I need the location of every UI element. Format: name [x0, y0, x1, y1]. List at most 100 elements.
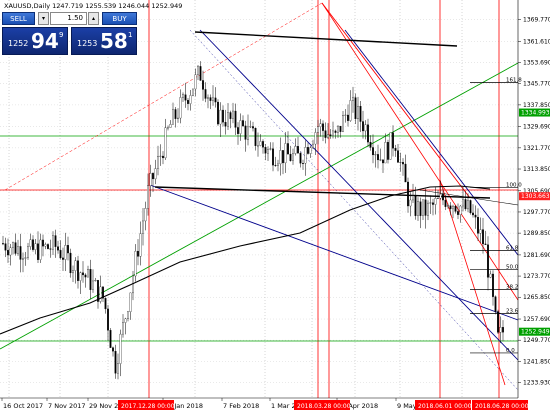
candle-body — [59, 250, 62, 259]
candle-body — [162, 155, 164, 159]
candle-body — [489, 273, 492, 278]
candle-body — [87, 269, 89, 278]
price-tags: 1334.993 1303.663 1252.949 — [519, 108, 550, 336]
candle-body — [289, 153, 292, 161]
candle-body — [414, 195, 417, 216]
sell-price-prefix: 1252 — [8, 39, 29, 48]
price-label: 1321.770 — [523, 145, 550, 152]
candle-body — [497, 311, 499, 333]
candle-body — [144, 208, 147, 222]
candle-body — [107, 308, 109, 331]
candle-body — [172, 109, 174, 125]
candle-body — [67, 245, 69, 254]
candle-body — [239, 120, 242, 134]
lot-stepper-icon[interactable]: ▴ — [88, 12, 99, 25]
candle-body — [279, 150, 282, 165]
candle-body — [419, 201, 422, 216]
sell-price-box[interactable]: 1252 94 9 — [2, 27, 68, 55]
candle-body — [14, 242, 17, 254]
candle-body — [47, 244, 49, 249]
fibo-level-label: 100.0 — [506, 182, 522, 188]
candle-body — [204, 89, 207, 99]
candle-body — [427, 202, 429, 216]
candle-body — [254, 127, 257, 146]
candle-body — [502, 327, 504, 333]
candle-body — [169, 124, 172, 128]
candle-body — [432, 202, 434, 205]
ohlc-values: 1247.719 1255.539 1246.044 1252.949 — [52, 2, 182, 10]
candle-body — [397, 150, 399, 163]
candle-body — [417, 201, 419, 216]
candle-body — [374, 154, 377, 156]
candle-body — [354, 97, 357, 120]
date-label: 7 Feb 2018 — [223, 402, 259, 410]
candle-body — [227, 112, 229, 127]
fibo-level-label: 61.8 — [506, 245, 519, 251]
candle-body — [372, 147, 374, 156]
candle-body — [324, 130, 327, 138]
buy-price-prefix: 1253 — [77, 39, 98, 48]
candle-body — [147, 185, 149, 209]
candle-body — [22, 258, 24, 260]
candle-body — [97, 280, 99, 302]
candle-body — [117, 363, 119, 374]
candle-body — [12, 242, 14, 248]
buy-price-box[interactable]: 1253 58 1 — [71, 27, 137, 55]
candle-body — [262, 141, 264, 148]
candle-body — [329, 134, 332, 136]
sell-price-big: 94 — [31, 29, 59, 53]
price-label: 1273.770 — [523, 273, 550, 280]
candle-body — [337, 125, 339, 133]
date-tag-label: 2017.12.28 00:00 — [121, 403, 175, 410]
candle-body — [387, 142, 389, 160]
lot-size-input[interactable]: 1.50 — [50, 12, 87, 25]
candle-body — [277, 163, 279, 166]
candle-body — [129, 292, 132, 313]
candle-body — [19, 246, 22, 260]
candle-body — [322, 123, 324, 131]
candle-body — [494, 296, 497, 312]
date-tag-label: 2018.06.28 00:00 — [475, 403, 529, 410]
candle-body — [319, 123, 322, 127]
candle-body — [142, 220, 144, 234]
one-click-trading-panel: SELL ▾ 1.50 ▴ BUY 1252 94 9 1253 58 1 — [2, 12, 137, 55]
candle-body — [44, 244, 47, 247]
candle-body — [94, 280, 97, 282]
price-chart[interactable]: 161.8 100.0 61.8 50.0 38.2 23.6 0.0 1369.770 13… — [0, 0, 550, 413]
candle-body — [99, 286, 102, 302]
candle-body — [274, 164, 277, 166]
lot-dropdown-icon[interactable]: ▾ — [38, 12, 49, 25]
date-label: 7 Nov 2017 — [48, 402, 86, 410]
price-label: 1265.850 — [523, 294, 550, 301]
candle-body — [442, 193, 444, 201]
candle-body — [9, 247, 12, 256]
candle-body — [394, 148, 397, 151]
candle-body — [482, 229, 484, 245]
candle-body — [292, 153, 294, 161]
candle-body — [434, 198, 437, 205]
candle-body — [199, 66, 202, 81]
candle-body — [429, 202, 432, 204]
candle-body — [499, 327, 502, 333]
candle-body — [457, 211, 459, 215]
price-label: 1281.690 — [523, 252, 550, 259]
candle-body — [167, 127, 169, 129]
buy-button[interactable]: BUY — [102, 12, 137, 25]
candle-body — [304, 147, 307, 164]
candle-body — [477, 216, 479, 234]
candle-body — [359, 105, 362, 122]
candle-body — [154, 168, 157, 180]
candle-body — [327, 134, 329, 138]
candle-body — [174, 109, 177, 119]
candle-body — [82, 272, 84, 276]
candle-body — [69, 252, 72, 274]
candle-body — [402, 162, 404, 165]
sell-price-sup: 9 — [59, 31, 64, 39]
candle-body — [287, 143, 289, 155]
sell-button[interactable]: SELL — [2, 12, 35, 25]
candle-body — [367, 124, 369, 143]
candle-body — [29, 239, 32, 247]
candle-body — [127, 311, 129, 320]
candle-body — [212, 97, 214, 101]
candle-body — [139, 233, 142, 257]
